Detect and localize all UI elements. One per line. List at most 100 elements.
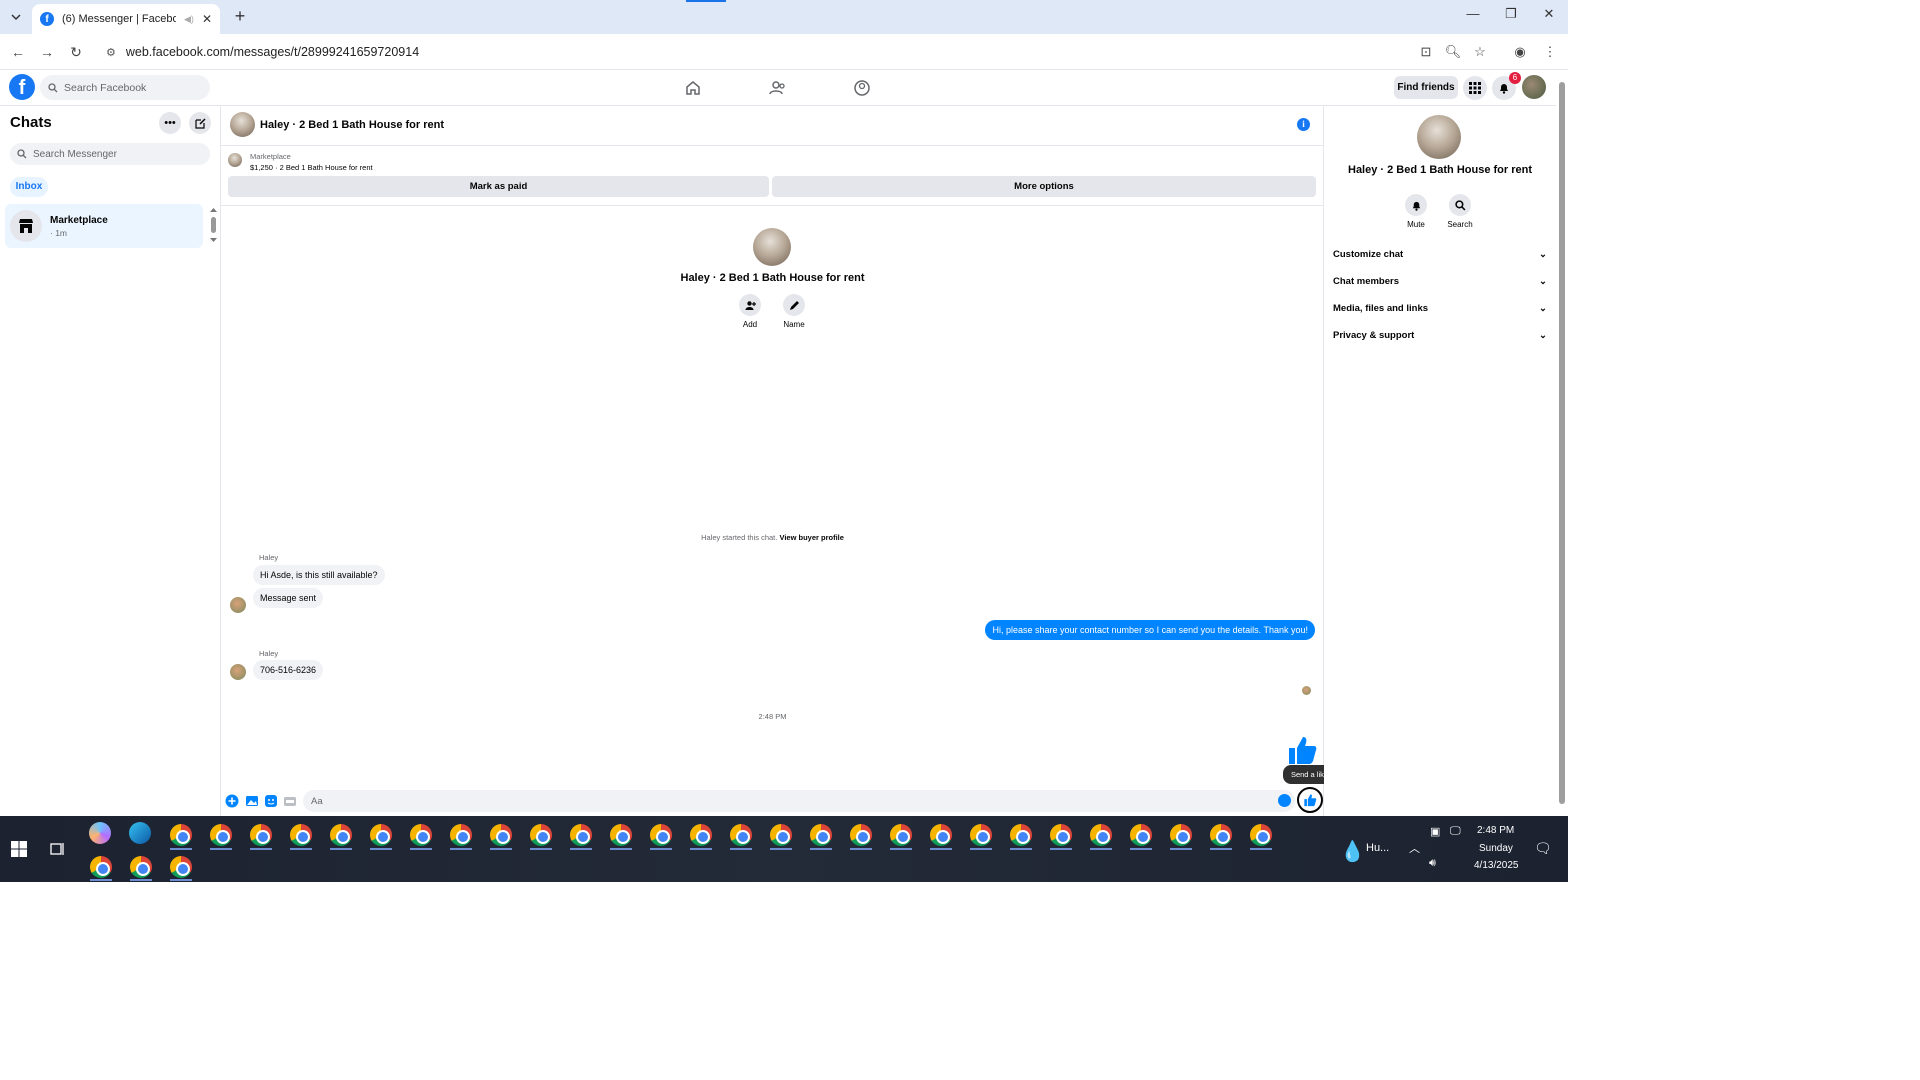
chrome-taskbar-icon[interactable] — [650, 824, 672, 846]
sticker-icon[interactable] — [264, 794, 278, 808]
address-bar[interactable]: ⚙ web.facebook.com/messages/t/2899924165… — [100, 39, 1500, 65]
listing-title[interactable]: $1,250 · 2 Bed 1 Bath House for rent — [250, 163, 373, 172]
profile-icon[interactable]: ◉ — [1510, 42, 1530, 62]
chrome-taskbar-icon[interactable] — [450, 824, 472, 846]
weather-drop-icon[interactable]: 💧 — [1340, 839, 1365, 864]
browser-tab-messenger[interactable]: f (6) Messenger | Facebook ◀) ✕ — [32, 4, 220, 34]
chrome-taskbar-icon[interactable] — [210, 824, 232, 846]
bookmark-star-icon[interactable]: ☆ — [1470, 42, 1490, 62]
tab-inbox[interactable]: Inbox — [10, 177, 48, 197]
restore-button[interactable]: ❐ — [1496, 6, 1526, 26]
search-conversation-button[interactable]: Search — [1440, 194, 1480, 229]
outgoing-message[interactable]: Hi, please share your contact number so … — [985, 620, 1315, 640]
windows-start-icon[interactable] — [11, 841, 27, 857]
site-info-icon[interactable]: ⚙ — [106, 46, 116, 59]
incoming-message[interactable]: 706-516-6236 — [253, 660, 324, 680]
chrome-taskbar-icon[interactable] — [1130, 824, 1152, 846]
clock-date[interactable]: 4/13/2025 — [1474, 860, 1519, 871]
chrome-taskbar-icon[interactable] — [330, 824, 352, 846]
chrome-taskbar-icon[interactable] — [810, 824, 832, 846]
chrome-taskbar-icon[interactable] — [570, 824, 592, 846]
more-options-button[interactable]: More options — [772, 176, 1316, 197]
url-text[interactable]: web.facebook.com/messages/t/289992416597… — [126, 45, 419, 59]
name-chat-button[interactable]: Name — [774, 294, 814, 329]
chat-options-button[interactable]: ••• — [159, 112, 181, 134]
groups-icon[interactable] — [852, 78, 872, 98]
browser-menu-icon[interactable]: ⋮ — [1540, 42, 1560, 62]
chat-members-section[interactable]: Chat members ⌄ — [1333, 271, 1547, 291]
chrome-taskbar-icon[interactable] — [690, 824, 712, 846]
new-message-icon[interactable] — [189, 112, 211, 134]
chrome-taskbar-icon[interactable] — [1050, 824, 1072, 846]
clock-time[interactable]: 2:48 PM — [1477, 825, 1514, 836]
weather-text[interactable]: Hu... — [1366, 842, 1389, 854]
view-buyer-profile-link[interactable]: View buyer profile — [779, 533, 843, 542]
close-tab-icon[interactable]: ✕ — [202, 12, 212, 26]
copilot-icon[interactable] — [89, 822, 111, 844]
menu-grid-icon[interactable] — [1463, 76, 1487, 100]
chrome-taskbar-icon[interactable] — [90, 856, 112, 878]
media-files-links-section[interactable]: Media, files and links ⌄ — [1333, 298, 1547, 318]
friends-icon[interactable] — [768, 78, 788, 98]
forward-button[interactable]: → — [37, 42, 57, 62]
chrome-taskbar-icon[interactable] — [730, 824, 752, 846]
chrome-taskbar-icon[interactable] — [130, 856, 152, 878]
conversation-avatar[interactable] — [230, 112, 255, 137]
sender-avatar[interactable] — [230, 664, 246, 680]
chrome-taskbar-icon[interactable] — [170, 856, 192, 878]
install-app-icon[interactable]: ⊡ — [1416, 42, 1436, 62]
chrome-taskbar-icon[interactable] — [770, 824, 792, 846]
attach-image-icon[interactable] — [245, 794, 259, 808]
tab-search-icon[interactable] — [6, 7, 26, 27]
home-icon[interactable] — [683, 78, 703, 98]
facebook-search-input[interactable]: Search Facebook — [40, 75, 210, 100]
back-button[interactable]: ← — [8, 42, 28, 62]
zoom-icon[interactable]: 🔍︎ — [1443, 42, 1463, 62]
chrome-taskbar-icon[interactable] — [1210, 824, 1232, 846]
task-view-icon[interactable] — [50, 841, 66, 857]
volume-icon[interactable]: 🔊︎ — [1429, 857, 1436, 870]
account-avatar[interactable] — [1522, 75, 1546, 99]
conversation-info-icon[interactable]: i — [1297, 118, 1310, 131]
messenger-search-input[interactable]: Search Messenger — [10, 143, 210, 165]
chrome-taskbar-icon[interactable] — [1090, 824, 1112, 846]
emoji-icon[interactable] — [1278, 794, 1291, 807]
chrome-taskbar-icon[interactable] — [250, 824, 272, 846]
add-people-button[interactable]: Add — [730, 294, 770, 329]
new-tab-button[interactable]: + — [230, 7, 250, 27]
chrome-taskbar-icon[interactable] — [1010, 824, 1032, 846]
mark-as-paid-button[interactable]: Mark as paid — [228, 176, 769, 197]
chrome-taskbar-icon[interactable] — [610, 824, 632, 846]
chrome-taskbar-icon[interactable] — [290, 824, 312, 846]
chrome-taskbar-icon[interactable] — [1170, 824, 1192, 846]
incoming-message[interactable]: Hi Asde, is this still available? — [253, 565, 385, 585]
privacy-support-section[interactable]: Privacy & support ⌄ — [1333, 325, 1547, 345]
show-hidden-icons-icon[interactable]: ︿ — [1409, 840, 1420, 856]
mute-button[interactable]: Mute — [1396, 194, 1436, 229]
mute-tab-icon[interactable]: ◀) — [184, 14, 194, 25]
chrome-taskbar-icon[interactable] — [1250, 824, 1272, 846]
close-window-button[interactable]: ✕ — [1534, 6, 1564, 26]
send-like-button[interactable] — [1297, 787, 1323, 813]
chrome-taskbar-icon[interactable] — [490, 824, 512, 846]
find-friends-button[interactable]: Find friends — [1394, 76, 1458, 99]
edge-icon[interactable] — [129, 822, 151, 844]
incoming-message[interactable]: Message sent — [253, 588, 324, 608]
network-icon[interactable]: 🖵 — [1450, 825, 1461, 838]
message-input[interactable]: Aa — [303, 790, 1295, 812]
more-actions-icon[interactable] — [225, 794, 239, 808]
meet-now-icon[interactable]: ▣ — [1430, 825, 1440, 838]
reload-button[interactable]: ↻ — [66, 42, 86, 62]
chrome-taskbar-icon[interactable] — [370, 824, 392, 846]
chrome-taskbar-icon[interactable] — [890, 824, 912, 846]
customize-chat-section[interactable]: Customize chat ⌄ — [1333, 244, 1547, 264]
chrome-taskbar-icon[interactable] — [530, 824, 552, 846]
chat-list-scrollbar[interactable] — [209, 206, 218, 246]
chat-list-item-marketplace[interactable]: Marketplace · 1m — [5, 204, 203, 248]
chrome-taskbar-icon[interactable] — [970, 824, 992, 846]
conversation-title[interactable]: Haley · 2 Bed 1 Bath House for rent — [260, 119, 444, 131]
page-scrollbar-thumb[interactable] — [1559, 82, 1565, 804]
chrome-taskbar-icon[interactable] — [930, 824, 952, 846]
chrome-taskbar-icon[interactable] — [170, 824, 192, 846]
facebook-logo-icon[interactable]: f — [9, 74, 35, 100]
